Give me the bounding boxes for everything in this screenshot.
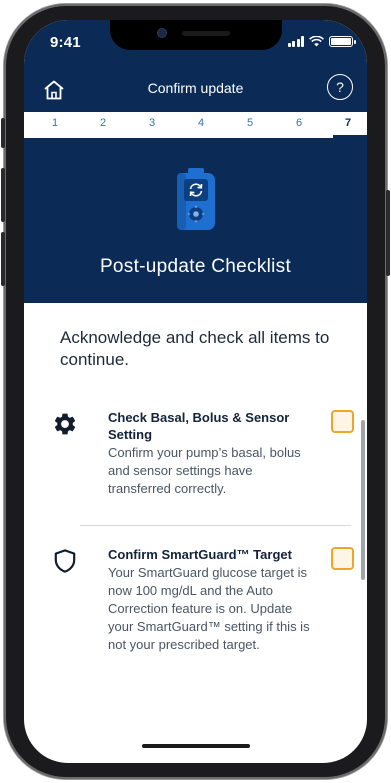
step-4: 4 bbox=[197, 117, 205, 129]
app-screen: 9:41 Confirm update ? 1 2 3 4 5 6 7 Post… bbox=[24, 20, 367, 763]
side-button-volume-up bbox=[1, 168, 5, 222]
hero-title: Post-update Checklist bbox=[99, 256, 292, 277]
side-button-silent bbox=[1, 118, 5, 148]
checklist-item-body: Check Basal, Bolus & Sensor Setting Conf… bbox=[108, 409, 318, 498]
page-title: Confirm update bbox=[147, 80, 244, 96]
battery-icon bbox=[329, 36, 356, 47]
wifi-icon bbox=[309, 36, 324, 47]
help-button[interactable]: ? bbox=[327, 74, 353, 100]
checklist-item: Confirm SmartGuard™ Target Your SmartGua… bbox=[52, 546, 354, 676]
shield-icon bbox=[54, 549, 76, 573]
step-indicator: 1 2 3 4 5 6 7 bbox=[24, 112, 367, 138]
status-icons bbox=[287, 36, 356, 47]
checklist-item-body: Confirm SmartGuard™ Target Your SmartGua… bbox=[108, 546, 318, 654]
status-time: 9:41 bbox=[50, 34, 81, 51]
checklist-item-title: Confirm SmartGuard™ Target bbox=[108, 547, 292, 562]
checklist-item-description: Your SmartGuard glucose target is now 10… bbox=[108, 565, 310, 652]
signal-icon bbox=[287, 36, 304, 47]
scrollbar[interactable] bbox=[361, 420, 365, 580]
checklist-item-title: Check Basal, Bolus & Sensor Setting bbox=[108, 410, 290, 442]
step-3: 3 bbox=[148, 117, 156, 129]
camera-icon bbox=[158, 29, 166, 37]
speaker-icon bbox=[182, 31, 230, 36]
step-7: 7 bbox=[344, 117, 352, 129]
home-indicator[interactable] bbox=[142, 744, 250, 748]
checkbox-smartguard-target[interactable] bbox=[331, 547, 354, 570]
side-button-volume-down bbox=[1, 232, 5, 286]
side-button-power bbox=[386, 190, 390, 276]
app-header: Confirm update ? bbox=[24, 68, 367, 112]
step-1: 1 bbox=[51, 117, 59, 129]
notch bbox=[110, 20, 282, 50]
status-bar: 9:41 bbox=[24, 20, 367, 68]
step-6: 6 bbox=[295, 117, 303, 129]
gear-icon bbox=[54, 413, 76, 435]
divider bbox=[80, 525, 351, 526]
checklist-item-description: Confirm your pump’s basal, bolus and sen… bbox=[108, 445, 301, 496]
step-2: 2 bbox=[99, 117, 107, 129]
hero-banner: Post-update Checklist bbox=[24, 138, 367, 303]
instructions-text: Acknowledge and check all items to conti… bbox=[60, 328, 330, 369]
checklist-item: Check Basal, Bolus & Sensor Setting Conf… bbox=[52, 409, 354, 509]
checkbox-basal-bolus-sensor[interactable] bbox=[331, 410, 354, 433]
help-icon: ? bbox=[336, 79, 344, 95]
step-5: 5 bbox=[246, 117, 254, 129]
pump-update-icon bbox=[177, 168, 215, 230]
